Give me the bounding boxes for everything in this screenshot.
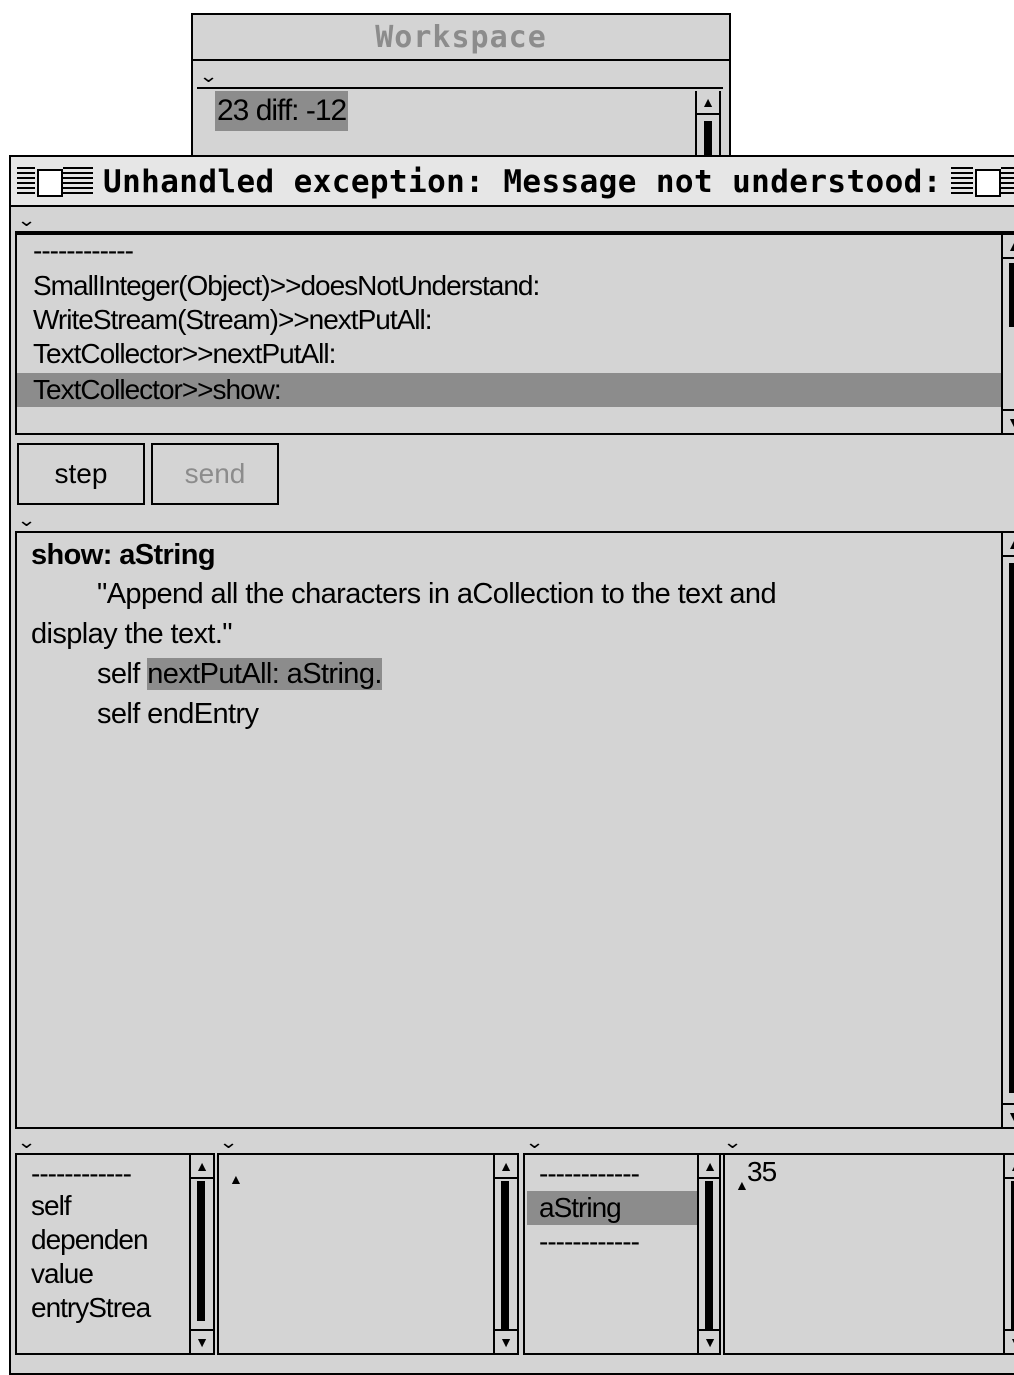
scroll-up-icon[interactable]: ▲	[1005, 1155, 1014, 1179]
code-text: self	[97, 658, 148, 690]
code-line[interactable]: "Append all the characters in aCollectio…	[97, 575, 777, 613]
chevron-down-icon[interactable]: ⌄	[219, 1131, 239, 1153]
list-item[interactable]: dependen	[31, 1223, 149, 1257]
debugger-window[interactable]: Unhandled exception: Message not underst…	[9, 155, 1014, 1375]
receiver-vars-scrollbar[interactable]: ▲ ▼	[189, 1155, 213, 1353]
code-scrollbar[interactable]: ▲ ▼	[1001, 533, 1014, 1127]
receiver-vars-menu-bar[interactable]: ⌄	[15, 1131, 215, 1155]
scroll-up-icon[interactable]: ▲	[699, 1155, 719, 1179]
context-value-pane[interactable]: ▲ 35 ▲ ▼	[723, 1153, 1014, 1355]
scroll-up-icon[interactable]: ▲	[1003, 235, 1014, 259]
code-line[interactable]: self nextPutAll: aString.	[97, 655, 382, 693]
scroll-down-icon[interactable]: ▼	[699, 1329, 719, 1353]
chevron-down-icon[interactable]: ⌄	[199, 65, 219, 87]
scroll-down-icon[interactable]: ▼	[495, 1329, 517, 1353]
title-stripes	[1001, 167, 1014, 197]
list-item[interactable]: SmallInteger(Object)>>doesNotUnderstand:	[17, 269, 540, 303]
zoom-box-icon[interactable]	[975, 169, 1001, 197]
scroll-down-icon[interactable]: ▼	[1003, 1103, 1014, 1127]
list-item[interactable]: TextCollector>>nextPutAll:	[17, 337, 336, 371]
code-line[interactable]: display the text."	[31, 615, 233, 653]
chevron-down-icon[interactable]: ⌄	[723, 1131, 743, 1153]
list-item[interactable]: WriteStream(Stream)>>nextPutAll:	[17, 303, 433, 337]
send-button[interactable]: send	[151, 443, 279, 505]
context-value-menu-bar[interactable]: ⌄	[721, 1131, 1014, 1155]
workspace-title[interactable]: Workspace	[193, 15, 729, 61]
list-item[interactable]: self	[31, 1189, 72, 1223]
context-value-scrollbar[interactable]: ▲ ▼	[1003, 1155, 1014, 1353]
list-item-selected[interactable]: TextCollector>>show:	[17, 373, 1009, 407]
chevron-down-icon[interactable]: ⌄	[17, 1131, 37, 1153]
context-vars-menu-bar[interactable]: ⌄	[523, 1131, 717, 1155]
scroll-thumb[interactable]	[1009, 563, 1014, 1093]
code-line[interactable]: self endEntry	[97, 695, 259, 733]
title-stripes	[951, 167, 973, 197]
workspace-window[interactable]: Workspace ⌄ 23 diff: -12 ▲	[191, 13, 731, 173]
chevron-down-icon[interactable]: ⌄	[17, 509, 37, 531]
scroll-up-icon[interactable]: ▲	[495, 1155, 517, 1179]
scroll-thumb[interactable]	[1009, 263, 1014, 327]
scroll-down-icon[interactable]: ▼	[1003, 409, 1014, 433]
scroll-thumb[interactable]	[501, 1181, 509, 1331]
code-menu-bar[interactable]: ⌄	[15, 509, 1014, 533]
debugger-title-bar[interactable]: Unhandled exception: Message not underst…	[11, 157, 1014, 207]
title-stripes	[63, 167, 93, 197]
context-value-text[interactable]: 35	[747, 1155, 777, 1189]
context-vars-scrollbar[interactable]: ▲ ▼	[697, 1155, 719, 1353]
workspace-menu-bar[interactable]: ⌄	[197, 65, 723, 89]
scroll-up-icon[interactable]: ▲	[191, 1155, 213, 1179]
receiver-value-pane[interactable]: ▲ ▲ ▼	[217, 1153, 519, 1355]
context-vars-list[interactable]: ------------ aString ------------ ▲ ▼	[523, 1153, 721, 1355]
code-pane[interactable]: show: aString "Append all the characters…	[15, 531, 1014, 1129]
stack-menu-bar[interactable]: ⌄	[15, 209, 1014, 233]
method-signature[interactable]: show: aString	[31, 537, 216, 573]
scroll-down-icon[interactable]: ▼	[1005, 1329, 1014, 1353]
title-stripes	[17, 167, 35, 197]
chevron-down-icon[interactable]: ⌄	[17, 209, 37, 231]
list-item[interactable]: ------------	[31, 1157, 132, 1191]
list-item[interactable]: entryStrea	[31, 1291, 151, 1325]
highlighted-code[interactable]: nextPutAll: aString.	[147, 658, 382, 690]
text-cursor-icon: ▲	[229, 1171, 243, 1187]
close-box-icon[interactable]	[37, 169, 63, 197]
list-item[interactable]: ------------	[17, 235, 134, 271]
list-item[interactable]: ------------	[539, 1157, 640, 1191]
scroll-thumb[interactable]	[197, 1181, 205, 1321]
list-item[interactable]: ------------	[539, 1225, 640, 1259]
step-button[interactable]: step	[17, 443, 145, 505]
stack-list[interactable]: ------------ SmallInteger(Object)>>doesN…	[15, 233, 1014, 435]
list-item[interactable]: value	[31, 1257, 94, 1291]
stack-scrollbar[interactable]: ▲ ▼	[1001, 235, 1014, 433]
receiver-vars-list[interactable]: ------------ self dependen value entrySt…	[15, 1153, 215, 1355]
receiver-value-menu-bar[interactable]: ⌄	[217, 1131, 515, 1155]
scroll-up-icon[interactable]: ▲	[697, 91, 719, 115]
debugger-title: Unhandled exception: Message not underst…	[103, 164, 942, 200]
scroll-down-icon[interactable]: ▼	[191, 1329, 213, 1353]
workspace-text[interactable]: 23 diff: -12	[215, 91, 349, 131]
receiver-value-scrollbar[interactable]: ▲ ▼	[493, 1155, 517, 1353]
list-item-selected[interactable]: aString	[527, 1191, 701, 1225]
chevron-down-icon[interactable]: ⌄	[525, 1131, 545, 1153]
scroll-up-icon[interactable]: ▲	[1003, 533, 1014, 557]
text-cursor-icon: ▲	[735, 1177, 749, 1193]
scroll-thumb[interactable]	[705, 1181, 713, 1331]
